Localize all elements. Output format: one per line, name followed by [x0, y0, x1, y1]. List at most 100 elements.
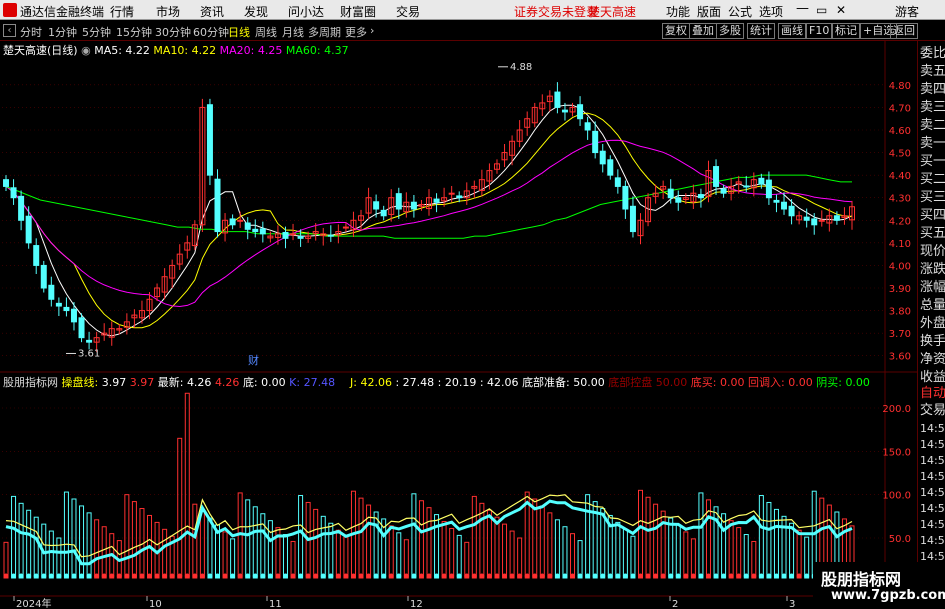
side-netasset[interactable]: 净资: [920, 351, 945, 369]
menu-banmian[interactable]: 版面: [697, 3, 721, 20]
indicator-bar: [577, 540, 583, 579]
price-tick-label: 4.60: [889, 126, 911, 137]
side-sell5[interactable]: 卖五: [920, 63, 945, 81]
indicator-bar: [252, 506, 258, 579]
tongji-button[interactable]: 统计: [747, 23, 775, 39]
menu-bar: 通达信金融终端 行情 市场 资讯 发现 问小达 财富圈 交易 证券交易未登录 楚…: [0, 0, 945, 20]
candle-body: [743, 185, 750, 188]
menu-caifuquan[interactable]: 财富圈: [340, 3, 376, 20]
watermark-line1: 股朋指标网: [821, 570, 902, 589]
side-buy1[interactable]: 买一: [920, 153, 945, 171]
signal-dot: [177, 573, 183, 579]
indicator-bar: [622, 528, 628, 579]
price-tick-label: 4.50: [889, 149, 911, 160]
value-d: : 20.19: [437, 376, 477, 389]
signal-dot: [252, 573, 258, 579]
stock-name-title: 楚天高速: [588, 5, 637, 19]
menu-wenxiaoda[interactable]: 问小达: [288, 3, 324, 20]
side-buy4[interactable]: 买四: [920, 207, 945, 225]
signal-dot: [41, 573, 47, 579]
signal-dot: [162, 573, 168, 579]
diejia-button[interactable]: 叠加: [689, 23, 717, 39]
side-buy3[interactable]: 买三: [920, 189, 945, 207]
close-icon[interactable]: ✕: [836, 3, 846, 17]
duogu-button[interactable]: 多股: [716, 23, 744, 39]
menu-shichang[interactable]: 市场: [156, 3, 180, 20]
side-weibi[interactable]: 委比: [920, 45, 945, 63]
minimize-icon[interactable]: —: [796, 1, 809, 16]
period-fenshi[interactable]: 分时: [20, 24, 42, 40]
period-60min[interactable]: 60分钟: [193, 24, 229, 40]
indicator-bar: [366, 504, 372, 579]
menu-hangqing[interactable]: 行情: [110, 3, 134, 20]
indicator-bar: [532, 498, 538, 579]
candle-body: [25, 215, 32, 244]
period-30min[interactable]: 30分钟: [155, 24, 191, 40]
side-change[interactable]: 涨跌: [920, 261, 945, 279]
side-buy5[interactable]: 买五: [920, 225, 945, 243]
side-trade[interactable]: 交易: [920, 402, 945, 420]
side-sell1[interactable]: 卖一: [920, 135, 945, 153]
period-weekly[interactable]: 周线: [255, 24, 277, 40]
candle-body: [577, 104, 584, 120]
ma10-value: MA10: 4.22: [153, 44, 217, 57]
period-1min[interactable]: 1分钟: [48, 24, 77, 40]
more-chevron-icon[interactable]: ›: [370, 24, 374, 37]
k-label: K:: [289, 376, 301, 389]
guest-label[interactable]: 游客: [895, 3, 919, 20]
signal-dot: [570, 573, 576, 579]
side-sell4[interactable]: 卖四: [920, 81, 945, 99]
price-tick-label: 4.10: [889, 239, 911, 250]
indicator-bar: [373, 511, 379, 579]
period-daily[interactable]: 日线: [228, 24, 250, 40]
candle-body: [448, 192, 455, 195]
period-toolbar: ‹ 分时 1分钟 5分钟 15分钟 30分钟 60分钟 日线 周线 月线 多周期…: [0, 21, 945, 41]
indicator-bar: [638, 489, 643, 579]
candle-body: [713, 166, 720, 187]
signal-dot: [3, 573, 9, 579]
period-monthly[interactable]: 月线: [282, 24, 304, 40]
ind-tick-label: 150.0: [882, 447, 911, 458]
period-multi[interactable]: 多周期: [308, 24, 341, 40]
signal-dot: [539, 573, 545, 579]
back-arrow-icon[interactable]: ‹: [3, 24, 16, 37]
signal-dot: [434, 573, 440, 579]
menu-xuanxiang[interactable]: 选项: [759, 3, 783, 20]
settings-icon[interactable]: ◉: [81, 44, 91, 57]
fuquan-button[interactable]: 复权: [662, 23, 690, 39]
date-tick-label: 12: [410, 599, 423, 609]
signal-dot: [456, 573, 462, 579]
side-buy2[interactable]: 买二: [920, 171, 945, 189]
login-notice[interactable]: 证券交易未登录: [514, 3, 598, 20]
price-tick-label: 4.40: [889, 171, 911, 182]
menu-faxian[interactable]: 发现: [244, 3, 268, 20]
menu-gongneng[interactable]: 功能: [666, 3, 690, 20]
signal-dot: [313, 573, 319, 579]
indicator-bar: [162, 528, 168, 579]
return-button[interactable]: 返回: [890, 23, 918, 39]
side-change-pct[interactable]: 涨幅: [920, 279, 945, 297]
indicator-bar: [94, 519, 100, 579]
side-auto[interactable]: 自动: [920, 385, 945, 403]
huaxian-button[interactable]: 画线: [778, 23, 806, 39]
period-5min[interactable]: 5分钟: [82, 24, 111, 40]
indicator-bar: [192, 503, 198, 579]
menu-gongshi[interactable]: 公式: [728, 3, 752, 20]
side-price[interactable]: 现价: [920, 243, 945, 261]
restore-icon[interactable]: ▭: [816, 3, 827, 17]
indicator-bar: [26, 509, 32, 579]
side-sell3[interactable]: 卖三: [920, 99, 945, 117]
side-volume[interactable]: 总量: [920, 297, 945, 315]
side-turnover[interactable]: 换手: [920, 333, 945, 351]
ma-legend: 楚天高速(日线) ◉ MA5: 4.22 MA10: 4.22 MA20: 4.…: [3, 42, 349, 58]
menu-jiaoyi[interactable]: 交易: [396, 3, 420, 20]
f10-button[interactable]: F10: [806, 23, 833, 39]
kline-chart[interactable]: 4.80 4.70 4.60 4.50 4.40 4.30 4.20 4.10 4.00 3.90…: [0, 41, 917, 609]
period-more[interactable]: 更多: [345, 24, 367, 40]
biaoji-button[interactable]: 标记: [832, 23, 860, 39]
menu-zixun[interactable]: 资讯: [200, 3, 224, 20]
side-outer[interactable]: 外盘: [920, 315, 945, 333]
period-15min[interactable]: 15分钟: [116, 24, 152, 40]
prep-label: 底部准备:: [522, 376, 570, 389]
side-sell2[interactable]: 卖二: [920, 117, 945, 135]
